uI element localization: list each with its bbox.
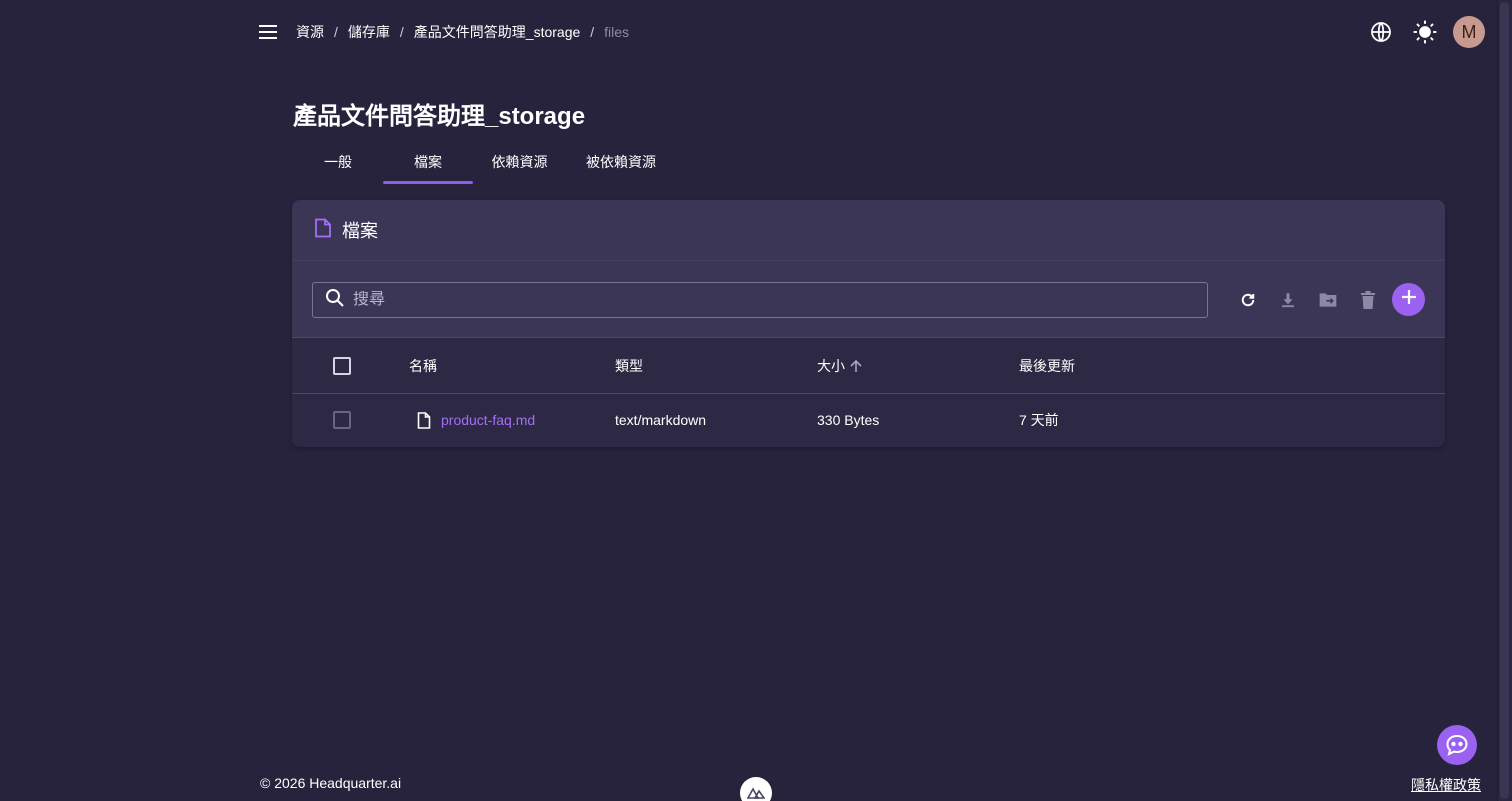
search-icon bbox=[325, 288, 345, 313]
breadcrumb-separator: / bbox=[399, 24, 404, 40]
file-icon bbox=[314, 218, 332, 243]
breadcrumb-separator: / bbox=[334, 24, 338, 40]
devtools-badge[interactable] bbox=[740, 777, 772, 801]
file-name-link[interactable]: product-faq.md bbox=[441, 412, 535, 428]
breadcrumb: 資源 / 儲存庫 / 產品文件問答助理_storage / files bbox=[296, 22, 629, 42]
top-bar: 資源 / 儲存庫 / 產品文件問答助理_storage / files M bbox=[0, 0, 1497, 64]
row-size-cell: 330 Bytes bbox=[817, 412, 880, 428]
globe-icon[interactable] bbox=[1367, 18, 1395, 46]
chatbot-icon bbox=[1445, 734, 1469, 756]
breadcrumb-item-storage-name[interactable]: 產品文件問答助理_storage bbox=[414, 22, 580, 42]
breadcrumb-item-storage[interactable]: 儲存庫 bbox=[348, 22, 390, 42]
column-header-size-label: 大小 bbox=[817, 357, 845, 374]
select-all-cell bbox=[333, 338, 351, 393]
search-input[interactable] bbox=[353, 291, 1173, 309]
column-header-size[interactable]: 大小 bbox=[817, 338, 863, 393]
tab-files[interactable]: 檔案 bbox=[383, 140, 473, 184]
tab-bar: 一般 檔案 依賴資源 被依賴資源 bbox=[293, 140, 676, 184]
search-box bbox=[312, 282, 1208, 318]
file-toolbar bbox=[292, 261, 1445, 338]
sun-icon[interactable] bbox=[1411, 18, 1439, 46]
tab-dependencies[interactable]: 依賴資源 bbox=[473, 140, 566, 184]
chat-assistant-button[interactable] bbox=[1437, 725, 1477, 765]
delete-icon[interactable] bbox=[1353, 285, 1383, 315]
row-updated-cell: 7 天前 bbox=[1019, 412, 1059, 428]
page-title: 產品文件問答助理_storage bbox=[293, 103, 586, 130]
tab-dependents[interactable]: 被依賴資源 bbox=[566, 140, 676, 184]
table-header: 名稱 類型 大小 最後更新 bbox=[292, 338, 1445, 394]
plus-icon bbox=[1401, 289, 1417, 310]
card-title: 檔案 bbox=[342, 221, 378, 241]
column-header-type[interactable]: 類型 bbox=[615, 338, 643, 393]
breadcrumb-separator: / bbox=[590, 24, 595, 40]
sort-ascending-icon[interactable] bbox=[849, 359, 863, 373]
table-row[interactable]: product-faq.md text/markdown 330 Bytes 7… bbox=[292, 394, 1445, 446]
row-checkbox[interactable] bbox=[333, 411, 351, 429]
move-to-folder-icon[interactable] bbox=[1313, 285, 1343, 315]
select-all-checkbox[interactable] bbox=[333, 356, 351, 375]
column-header-name[interactable]: 名稱 bbox=[409, 338, 437, 393]
add-file-button[interactable] bbox=[1392, 283, 1425, 316]
refresh-icon[interactable] bbox=[1233, 285, 1263, 315]
column-header-updated[interactable]: 最後更新 bbox=[1019, 338, 1075, 393]
copyright-text: © 2026 Headquarter.ai bbox=[260, 775, 402, 791]
scrollbar-thumb[interactable] bbox=[1500, 2, 1509, 799]
download-icon[interactable] bbox=[1273, 285, 1303, 315]
tab-general[interactable]: 一般 bbox=[293, 140, 383, 184]
privacy-policy-link[interactable]: 隱私權政策 bbox=[1411, 775, 1481, 795]
menu-icon[interactable] bbox=[256, 20, 280, 44]
row-select-cell bbox=[333, 394, 351, 446]
card-header: 檔案 bbox=[292, 200, 1445, 261]
file-icon bbox=[417, 411, 431, 429]
avatar[interactable]: M bbox=[1453, 16, 1485, 48]
breadcrumb-item-files: files bbox=[604, 24, 630, 40]
nuxt-logo-icon bbox=[747, 787, 765, 799]
files-card: 檔案 搜尋 名稱 類型 大小 最後更新 product-faq.md text/… bbox=[292, 200, 1445, 447]
row-type-cell: text/markdown bbox=[615, 412, 707, 428]
row-name-cell: product-faq.md bbox=[417, 394, 535, 446]
page-scrollbar[interactable] bbox=[1497, 0, 1512, 801]
breadcrumb-item-resources[interactable]: 資源 bbox=[296, 22, 324, 42]
